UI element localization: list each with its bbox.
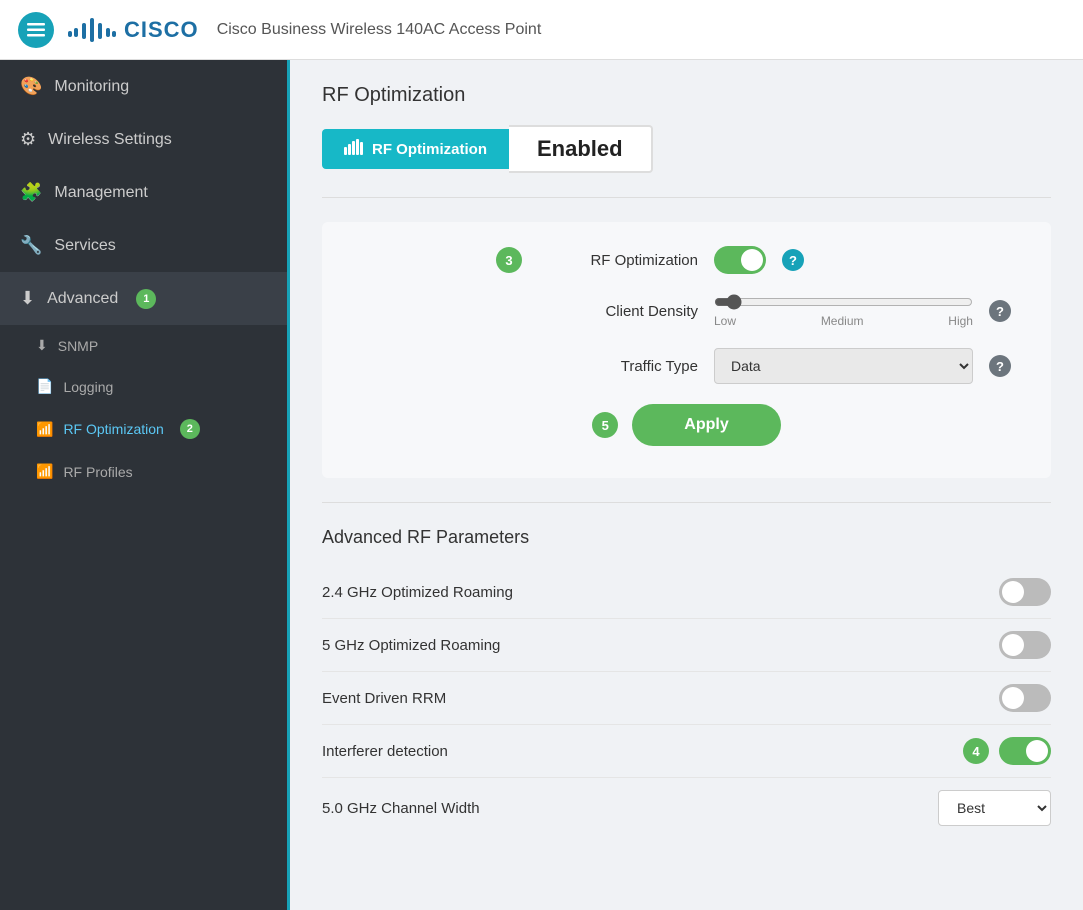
apply-button[interactable]: Apply [632,404,780,446]
adv-row-event-driven-rrm: Event Driven RRM [322,672,1051,725]
rf-optimization-field-label: RF Optimization [538,252,698,269]
sidebar-item-wireless-settings[interactable]: ⚙ Wireless Settings [0,113,287,166]
adv-24ghz-roaming-label: 2.4 GHz Optimized Roaming [322,584,513,601]
sidebar-sub-logging-label: Logging [63,379,113,395]
density-slider[interactable] [714,294,973,310]
rf-opt-sidebar-icon: 📶 [36,421,53,438]
toggle-5ghz-roaming[interactable] [999,631,1051,659]
cisco-logo: CISCO [68,14,199,46]
sidebar-item-services-label: Services [54,237,115,255]
toggle-slider [714,246,766,274]
toggle-event-driven-rrm[interactable] [999,684,1051,712]
advanced-icon: ⬇ [20,288,35,309]
rf-profiles-sidebar-icon: 📶 [36,463,53,480]
rf-optimization-toggle[interactable] [714,246,766,274]
toggle-slider-24ghz [999,578,1051,606]
adv-interferer-detection-right: 4 [963,737,1051,765]
tab-bars-icon [344,139,364,159]
header-title: Cisco Business Wireless 140AC Access Poi… [217,21,542,39]
sidebar-item-management-label: Management [54,184,147,202]
menu-button[interactable] [18,12,54,48]
client-density-label: Client Density [538,303,698,320]
adv-row-5ghz-roaming: 5 GHz Optimized Roaming [322,619,1051,672]
adv-5ghz-roaming-right [999,631,1051,659]
cisco-logo-text: CISCO [124,17,199,43]
rf-opt-badge: 2 [180,419,200,439]
toggle-24ghz-roaming[interactable] [999,578,1051,606]
section-divider-2 [322,502,1051,503]
client-density-row: Client Density Low Medium High ? [362,294,1011,328]
traffic-type-label: Traffic Type [538,358,698,375]
sidebar-item-advanced[interactable]: ⬇ Advanced 1 [0,272,287,325]
sidebar-item-wireless-label: Wireless Settings [48,131,172,149]
density-container: Low Medium High [714,294,973,328]
adv-event-driven-rrm-label: Event Driven RRM [322,690,446,707]
main-content: RF Optimization RF Optimization Enabled [290,60,1083,910]
rf-optimization-tab[interactable]: RF Optimization [322,129,509,169]
management-icon: 🧩 [20,182,42,203]
density-high-label: High [948,314,973,328]
step4-badge: 4 [963,738,989,764]
adv-row-24ghz-roaming: 2.4 GHz Optimized Roaming [322,566,1051,619]
snmp-icon: ⬇ [36,337,48,354]
toggle-slider-5ghz [999,631,1051,659]
adv-5ghz-roaming-label: 5 GHz Optimized Roaming [322,637,500,654]
sidebar-sub-rf-profiles-label: RF Profiles [63,464,132,480]
main-layout: 🎨 Monitoring ⚙ Wireless Settings 🧩 Manag… [0,60,1083,910]
services-icon: 🔧 [20,235,42,256]
channel-width-select[interactable]: Best 20 MHz 40 MHz 80 MHz [938,790,1051,826]
sidebar: 🎨 Monitoring ⚙ Wireless Settings 🧩 Manag… [0,60,290,910]
sidebar-sub-logging[interactable]: 📄 Logging [0,366,287,407]
rf-optimization-row: 3 RF Optimization ? [362,246,1011,274]
rf-optimization-tab-label: RF Optimization [372,141,487,158]
adv-channel-width-label: 5.0 GHz Channel Width [322,800,480,817]
logging-icon: 📄 [36,378,53,395]
app-header: CISCO Cisco Business Wireless 140AC Acce… [0,0,1083,60]
sidebar-sub-rf-optimization[interactable]: 📶 RF Optimization 2 [0,407,287,451]
section-divider-1 [322,197,1051,198]
adv-row-channel-width: 5.0 GHz Channel Width Best 20 MHz 40 MHz… [322,778,1051,838]
adv-24ghz-roaming-right [999,578,1051,606]
advanced-rf-section: Advanced RF Parameters 2.4 GHz Optimized… [322,527,1051,838]
sidebar-sub-rf-opt-label: RF Optimization [63,421,163,437]
client-density-help-icon[interactable]: ? [989,300,1011,322]
tab-status: Enabled [509,125,653,173]
density-low-label: Low [714,314,736,328]
sidebar-item-monitoring[interactable]: 🎨 Monitoring [0,60,287,113]
sidebar-item-monitoring-label: Monitoring [54,78,129,96]
wireless-settings-icon: ⚙ [20,129,36,150]
toggle-slider-event-driven [999,684,1051,712]
sidebar-sub-rf-profiles[interactable]: 📶 RF Profiles [0,451,287,492]
apply-row: 5 Apply [362,404,1011,446]
density-labels: Low Medium High [714,314,973,328]
toggle-slider-interferer [999,737,1051,765]
adv-channel-width-right: Best 20 MHz 40 MHz 80 MHz [938,790,1051,826]
density-medium-label: Medium [821,314,864,328]
adv-interferer-detection-label: Interferer detection [322,743,448,760]
rf-optimization-help-icon[interactable]: ? [782,249,804,271]
adv-event-driven-rrm-right [999,684,1051,712]
form-section: 3 RF Optimization ? Client Density Low M… [322,222,1051,478]
traffic-type-row: Traffic Type Data Voice Video ? [362,348,1011,384]
monitoring-icon: 🎨 [20,76,42,97]
step3-badge: 3 [496,247,522,273]
traffic-type-help-icon[interactable]: ? [989,355,1011,377]
sidebar-item-services[interactable]: 🔧 Services [0,219,287,272]
advanced-badge: 1 [136,289,156,309]
toggle-interferer-detection[interactable] [999,737,1051,765]
sidebar-sub-snmp[interactable]: ⬇ SNMP [0,325,287,366]
sidebar-item-management[interactable]: 🧩 Management [0,166,287,219]
cisco-logo-icon [68,14,116,46]
page-title: RF Optimization [322,84,1051,107]
sidebar-item-advanced-label: Advanced [47,290,118,308]
traffic-type-select[interactable]: Data Voice Video [714,348,973,384]
tab-row: RF Optimization Enabled [322,125,1051,173]
step5-badge: 5 [592,412,618,438]
adv-row-interferer-detection: Interferer detection 4 [322,725,1051,778]
sidebar-sub-snmp-label: SNMP [58,338,98,354]
advanced-rf-title: Advanced RF Parameters [322,527,1051,548]
